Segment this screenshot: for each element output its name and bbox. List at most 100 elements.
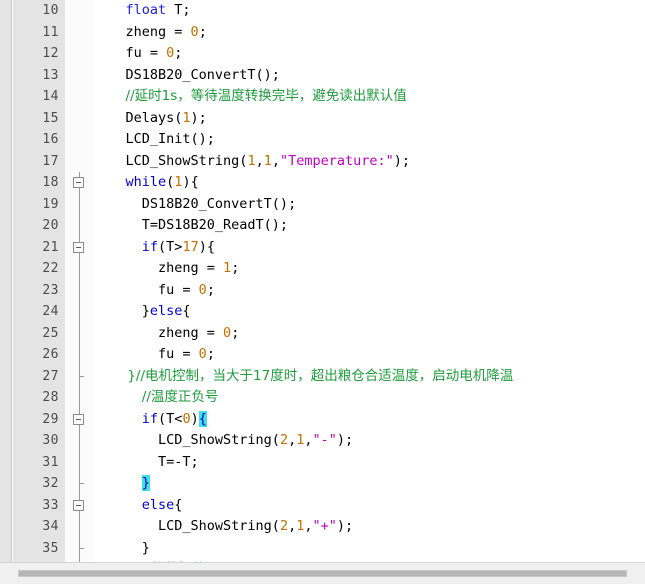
- line-number: 34: [42, 519, 59, 534]
- code-text: float T;: [93, 0, 191, 22]
- code-text: fu = 0;: [93, 344, 215, 366]
- token-number: 0: [198, 281, 207, 298]
- token-plain: Delays(: [93, 109, 183, 126]
- fold-gutter-empty: [73, 86, 87, 108]
- code-line[interactable]: 29 if(T<0){: [0, 408, 645, 430]
- fold-guide-line: [73, 301, 87, 323]
- line-number: 31: [42, 454, 59, 470]
- token-keyword: if: [141, 410, 159, 427]
- code-line[interactable]: 34 LCD_ShowString(2,1,"+");: [0, 516, 645, 538]
- token-plain: ;: [206, 346, 215, 362]
- code-line[interactable]: 30 LCD_ShowString(2,1,"-");: [0, 430, 645, 452]
- token-plain: zheng =: [93, 23, 191, 40]
- fold-guide-line: [73, 451, 87, 473]
- token-plain: ;: [231, 324, 240, 341]
- token-number: 1: [223, 260, 232, 276]
- fold-toggle-icon[interactable]: [73, 172, 87, 194]
- code-line[interactable]: 11 zheng = 0;: [0, 22, 645, 44]
- token-string: "+": [312, 518, 337, 534]
- code-line[interactable]: 27 }//电机控制，当大于17度时，超出粮仓合适温度，启动电机降温: [0, 365, 645, 387]
- fold-guide-line: [73, 322, 87, 344]
- code-line[interactable]: 15 Delays(1);: [0, 108, 645, 130]
- code-line[interactable]: 18 while(1){: [0, 172, 645, 194]
- editor-viewport[interactable]: 10 float T; 11 zheng = 0; 12 fu = 0; 13 DS1…: [0, 0, 645, 562]
- token-plain: T=-T;: [93, 453, 199, 470]
- code-text: LCD_ShowString(2,1,"+");: [93, 516, 353, 538]
- code-text: T=DS18B20_ReadT();: [93, 215, 288, 237]
- code-line[interactable]: 25 zheng = 0;: [0, 322, 645, 344]
- code-line[interactable]: 13 DS18B20_ConvertT();: [0, 65, 645, 87]
- line-number: 15: [42, 110, 59, 126]
- fold-gutter-empty: [73, 151, 87, 173]
- code-line[interactable]: 19 DS18B20_ConvertT();: [0, 193, 645, 215]
- code-text: T=-T;: [93, 452, 199, 474]
- fold-guide-line: [73, 258, 87, 280]
- code-line[interactable]: 10 float T;: [0, 0, 645, 22]
- token-plain: LCD_ShowString(: [93, 518, 280, 534]
- code-text: LCD_ShowString(2,1,"-");: [93, 430, 353, 452]
- token-plain: ,: [288, 432, 297, 448]
- code-line[interactable]: 24 }else{: [0, 301, 645, 323]
- token-number: 0: [190, 23, 199, 40]
- code-text: }else{: [93, 301, 191, 323]
- code-line[interactable]: 28 //温度正负号: [0, 387, 645, 409]
- token-number: 0: [182, 410, 191, 427]
- code-text: zheng = 1;: [93, 258, 239, 280]
- line-number: 10: [42, 3, 59, 18]
- fold-toggle-icon[interactable]: [73, 494, 87, 516]
- token-number: 1: [182, 109, 191, 126]
- code-line[interactable]: 33 else{: [0, 494, 645, 516]
- token-number: 2: [279, 518, 289, 534]
- token-string: "-": [312, 432, 337, 448]
- code-line[interactable]: 16 LCD_Init();: [0, 129, 645, 151]
- code-line[interactable]: 14 //延时1s，等待温度转换完毕，避免读出默认值: [0, 86, 645, 108]
- token-plain: ;: [206, 281, 215, 298]
- token-plain: );: [190, 109, 207, 126]
- code-line[interactable]: 26 fu = 0;: [0, 344, 645, 366]
- token-plain: (T>: [158, 238, 183, 255]
- fold-guide-line: [73, 387, 87, 409]
- token-comment: //延时1s，等待温度转换完毕，避免读出默认值: [125, 88, 407, 104]
- line-number: 20: [42, 218, 59, 233]
- token-plain: DS18B20_ConvertT();: [93, 66, 280, 83]
- fold-toggle-icon[interactable]: [73, 236, 87, 258]
- token-number: 17: [182, 238, 199, 255]
- token-keyword: if: [141, 238, 159, 255]
- scrollbar-track[interactable]: [18, 570, 627, 577]
- token-plain: fu =: [93, 281, 199, 298]
- token-plain: {: [174, 496, 183, 513]
- token-string: "Temperature:": [280, 152, 394, 169]
- fold-gutter-empty: [73, 22, 87, 44]
- code-text: //温度正负号: [93, 387, 219, 409]
- token-keyword: while: [125, 174, 167, 190]
- horizontal-scrollbar[interactable]: [0, 562, 645, 584]
- code-line[interactable]: 12 fu = 0;: [0, 43, 645, 65]
- scrollbar-thumb[interactable]: [19, 571, 626, 576]
- code-line[interactable]: 23 fu = 0;: [0, 279, 645, 301]
- token-plain: ,: [255, 152, 264, 169]
- line-number: 21: [42, 239, 59, 255]
- token-plain: }: [93, 303, 150, 319]
- code-line[interactable]: 20 T=DS18B20_ReadT();: [0, 215, 645, 237]
- code-line[interactable]: 32 }: [0, 473, 645, 495]
- token-plain: ){: [182, 174, 199, 190]
- code-lines-container: 10 float T; 11 zheng = 0; 12 fu = 0; 13 DS1…: [0, 0, 645, 562]
- code-line[interactable]: 35 }: [0, 537, 645, 559]
- fold-region-end-icon: [73, 473, 87, 495]
- line-number: 24: [42, 304, 59, 319]
- token-comment: //温度正负号: [141, 389, 219, 405]
- token-plain: ,: [304, 518, 313, 534]
- fold-toggle-icon[interactable]: [73, 408, 87, 430]
- code-line[interactable]: 21 if(T>17){: [0, 236, 645, 258]
- token-plain: LCD_Init();: [93, 131, 215, 147]
- code-line[interactable]: 22 zheng = 1;: [0, 258, 645, 280]
- code-line[interactable]: 31 T=-T;: [0, 451, 645, 474]
- code-line[interactable]: 17 LCD_ShowString(1,1,"Temperature:");: [0, 151, 645, 173]
- code-text: zheng = 0;: [93, 22, 207, 44]
- line-number: 29: [42, 411, 59, 427]
- token-plain: ){: [198, 238, 215, 255]
